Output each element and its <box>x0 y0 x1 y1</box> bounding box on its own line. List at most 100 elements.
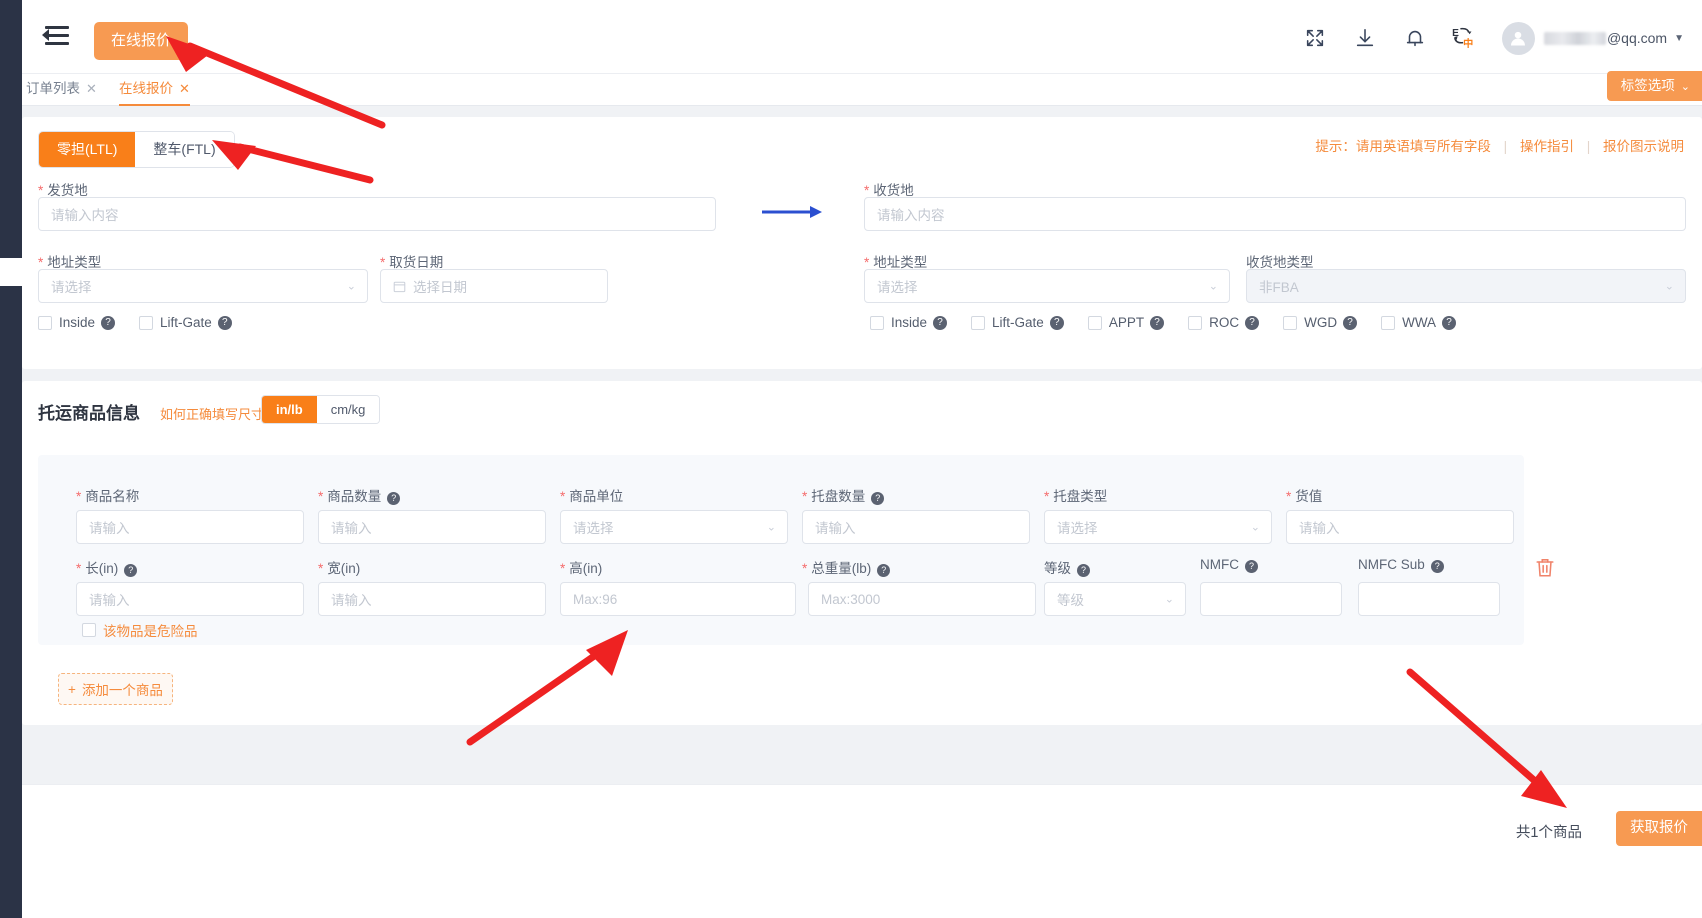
field-label-height: *高(in) <box>560 557 602 577</box>
help-icon[interactable]: ? <box>871 492 884 505</box>
app-root: 在线报价 E <box>0 0 1702 918</box>
size-guide-link[interactable]: 如何正确填写尺寸 <box>160 404 264 423</box>
mode-tab-ftl[interactable]: 整车(FTL) <box>135 132 233 167</box>
checkbox-label: WWA <box>1402 315 1436 330</box>
help-icon[interactable]: ? <box>124 564 137 577</box>
help-icon[interactable]: ? <box>1442 316 1456 330</box>
help-icon[interactable]: ? <box>933 316 947 330</box>
required-mark: * <box>864 255 869 270</box>
calendar-icon <box>393 280 406 293</box>
destination-input[interactable]: 请输入内容 <box>864 197 1686 231</box>
checkbox-label: APPT <box>1109 315 1144 330</box>
trash-icon[interactable] <box>1534 556 1556 580</box>
hint-text: 提示：请用英语填写所有字段 <box>1315 139 1491 154</box>
help-icon[interactable]: ? <box>1245 316 1259 330</box>
origin-checkbox-inside[interactable]: Inside ? <box>38 315 115 330</box>
checkbox-box <box>870 316 884 330</box>
input-nmfc[interactable] <box>1200 582 1342 616</box>
help-icon[interactable]: ? <box>1431 560 1444 573</box>
input-width[interactable]: 请输入 <box>318 582 546 616</box>
pickup-date-input[interactable]: 选择日期 <box>380 269 608 303</box>
bell-icon[interactable] <box>1402 25 1428 51</box>
field-label-nmfc: NMFC? <box>1200 557 1258 573</box>
tag-option-label: 标签选项 <box>1621 78 1675 93</box>
help-icon[interactable]: ? <box>101 316 115 330</box>
select-class[interactable]: 等级 ⌄ <box>1044 582 1186 616</box>
input-goods-qty[interactable]: 请输入 <box>318 510 546 544</box>
language-switch-icon[interactable]: E 中 <box>1452 25 1478 51</box>
help-icon[interactable]: ? <box>1343 316 1357 330</box>
label-text: 宽(in) <box>327 561 360 576</box>
label-text: 商品数量 <box>327 489 381 504</box>
checkbox-box <box>1283 316 1297 330</box>
left-sidebar-rail-gap <box>0 258 22 286</box>
unit-tab-inlb[interactable]: in/lb <box>262 396 317 423</box>
placeholder: Max:96 <box>573 592 617 607</box>
select-goods-unit[interactable]: 请选择 ⌄ <box>560 510 788 544</box>
dest-type-select[interactable]: 非FBA ⌄ <box>1246 269 1686 303</box>
input-length[interactable]: 请输入 <box>76 582 304 616</box>
required-mark: * <box>1044 489 1049 504</box>
field-label-goods-qty: *商品数量? <box>318 485 400 505</box>
dest-checkbox-roc[interactable]: ROC ? <box>1188 315 1259 330</box>
destination-addr-type-select[interactable]: 请选择 ⌄ <box>864 269 1230 303</box>
dest-checkbox-inside[interactable]: Inside ? <box>870 315 947 330</box>
add-commodity-button[interactable]: + 添加一个商品 <box>58 673 173 705</box>
mode-tab-ltl[interactable]: 零担(LTL) <box>39 132 135 167</box>
checkbox-label: Inside <box>59 315 95 330</box>
help-icon[interactable]: ? <box>1050 316 1064 330</box>
hazmat-checkbox[interactable]: 该物品是危险品 <box>82 620 198 640</box>
goods-card: 托运商品信息 如何正确填写尺寸 in/lb cm/kg *商品名称 *商品数量?… <box>22 381 1702 725</box>
quote-legend-link[interactable]: 报价图示说明 <box>1603 139 1684 154</box>
operation-guide-link[interactable]: 操作指引 <box>1520 139 1574 154</box>
help-icon[interactable]: ? <box>1077 564 1090 577</box>
input-goods-value[interactable]: 请输入 <box>1286 510 1514 544</box>
checkbox-box <box>38 316 52 330</box>
chevron-down-icon[interactable]: ▼ <box>1674 33 1684 44</box>
fullscreen-icon[interactable] <box>1302 25 1328 51</box>
close-icon[interactable]: ✕ <box>86 81 97 96</box>
help-icon[interactable]: ? <box>1150 316 1164 330</box>
download-icon[interactable] <box>1352 25 1378 51</box>
page-title-button[interactable]: 在线报价 <box>94 22 188 60</box>
dest-checkbox-liftgate[interactable]: Lift-Gate ? <box>971 315 1064 330</box>
help-icon[interactable]: ? <box>1245 560 1258 573</box>
origin-input[interactable]: 请输入内容 <box>38 197 716 231</box>
app-header: 在线报价 E <box>22 0 1702 74</box>
checkbox-box <box>82 623 96 637</box>
input-height[interactable]: Max:96 <box>560 582 796 616</box>
tab-online-quote[interactable]: 在线报价✕ <box>119 74 190 106</box>
label-text: 托盘数量 <box>811 489 865 504</box>
tab-label: 订单列表 <box>26 81 80 96</box>
placeholder: 请输入 <box>331 517 372 537</box>
get-quote-button[interactable]: 获取报价 <box>1616 811 1702 846</box>
dest-checkbox-wgd[interactable]: WGD ? <box>1283 315 1357 330</box>
hamburger-collapse-icon[interactable] <box>42 22 72 50</box>
help-icon[interactable]: ? <box>877 564 890 577</box>
input-pallet-qty[interactable]: 请输入 <box>802 510 1030 544</box>
origin-addr-type-select[interactable]: 请选择 ⌄ <box>38 269 368 303</box>
chevron-down-icon: ⌄ <box>1665 280 1674 293</box>
field-label-goods-unit: *商品单位 <box>560 485 623 505</box>
help-icon[interactable]: ? <box>218 316 232 330</box>
input-nmfc-sub[interactable] <box>1358 582 1500 616</box>
origin-checkbox-liftgate[interactable]: Lift-Gate ? <box>139 315 232 330</box>
tab-order-list[interactable]: 订单列表 ✕ <box>26 74 97 106</box>
select-pallet-type[interactable]: 请选择 ⌄ <box>1044 510 1272 544</box>
header-icon-group: E 中 @qq.com ▼ <box>1302 18 1684 58</box>
tag-option-button[interactable]: 标签选项⌄ <box>1607 71 1702 101</box>
field-label-length: *长(in)? <box>76 557 137 577</box>
input-weight[interactable]: Max:3000 <box>808 582 1036 616</box>
close-icon[interactable]: ✕ <box>179 81 190 96</box>
input-goods-name[interactable]: 请输入 <box>76 510 304 544</box>
user-domain: @qq.com <box>1607 30 1667 46</box>
dest-checkbox-wwa[interactable]: WWA ? <box>1381 315 1456 330</box>
user-menu[interactable]: @qq.com ▼ <box>1502 22 1684 55</box>
unit-tab-cmkg[interactable]: cm/kg <box>317 396 380 423</box>
origin-label-text: 发货地 <box>47 183 88 198</box>
placeholder: 等级 <box>1057 589 1084 609</box>
dest-checkbox-appt[interactable]: APPT ? <box>1088 315 1164 330</box>
commodity-count: 共1个商品 <box>1516 821 1582 842</box>
pickup-date-label: *取货日期 <box>380 251 443 271</box>
help-icon[interactable]: ? <box>387 492 400 505</box>
